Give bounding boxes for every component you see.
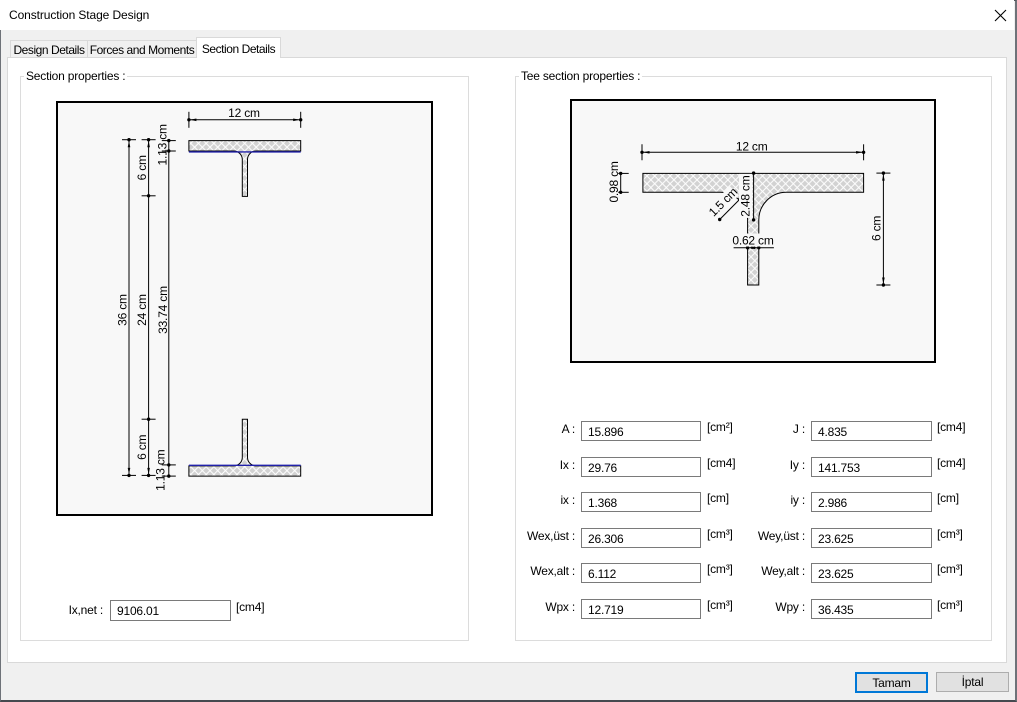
svg-text:6 cm: 6 cm (135, 435, 149, 460)
svg-text:12 cm: 12 cm (736, 139, 768, 153)
svg-text:0.62 cm: 0.62 cm (732, 233, 773, 247)
svg-text:6 cm: 6 cm (870, 216, 884, 241)
svg-text:33.74 cm: 33.74 cm (156, 286, 170, 334)
svg-text:24 cm: 24 cm (135, 294, 149, 326)
svg-text:1.13 cm: 1.13 cm (156, 124, 170, 165)
svg-text:36 cm: 36 cm (115, 294, 129, 326)
svg-text:0.98 cm: 0.98 cm (607, 161, 621, 202)
svg-text:6 cm: 6 cm (135, 155, 149, 180)
svg-text:2.48 cm: 2.48 cm (739, 175, 753, 216)
svg-text:12 cm: 12 cm (228, 106, 260, 120)
svg-text:1.13 cm: 1.13 cm (154, 449, 168, 490)
